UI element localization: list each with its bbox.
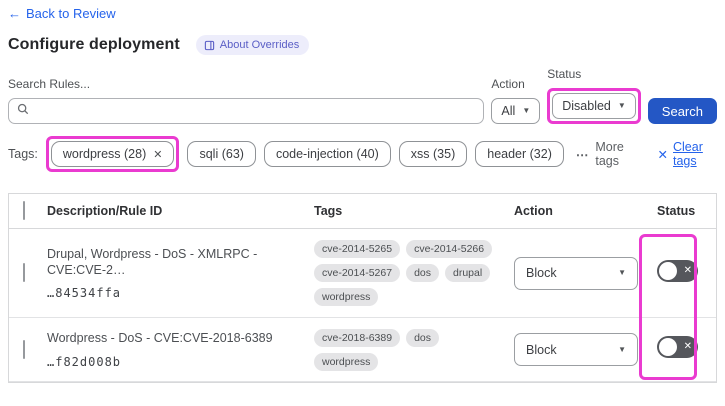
rule-id: …84534ffa — [47, 286, 122, 301]
tag-chip-code-injection[interactable]: code-injection (40) — [263, 141, 391, 167]
page-title: Configure deployment — [8, 36, 180, 53]
tag-chip-label: header (32) — [487, 147, 552, 161]
toggle-knob — [659, 338, 677, 356]
toggle-knob — [659, 261, 677, 280]
rule-tags: cve-2014-5265 cve-2014-5266 cve-2014-526… — [314, 240, 514, 306]
status-highlight-box: Disabled ▼ — [547, 88, 641, 124]
about-overrides-label: About Overrides — [219, 39, 300, 51]
column-header-tags: Tags — [314, 204, 343, 218]
column-header-status: Status — [657, 204, 696, 218]
tag-pill: cve-2014-5267 — [314, 264, 401, 282]
toggle-off-icon: ✕ — [683, 264, 692, 276]
row-checkbox[interactable] — [23, 263, 25, 282]
tag-pill: drupal — [445, 264, 491, 282]
tag-pill: wordpress — [314, 288, 379, 306]
table-row: Wordpress - DoS - CVE:CVE-2018-6389 …f82… — [9, 318, 716, 382]
chevron-down-icon: ▼ — [522, 106, 531, 115]
clear-x-icon: ✕ — [657, 147, 668, 162]
tag-pill: cve-2014-5266 — [406, 240, 493, 258]
action-filter-value: All — [501, 104, 516, 118]
tags-label: Tags: — [8, 147, 38, 161]
column-header-action: Action — [514, 204, 553, 218]
status-toggle[interactable]: ✕ — [657, 336, 698, 358]
action-dropdown[interactable]: Block ▼ — [514, 333, 638, 366]
select-all-checkbox[interactable] — [23, 201, 25, 220]
back-link-label: Back to Review — [26, 6, 116, 21]
rule-id: …f82d008b — [47, 354, 122, 369]
tag-pill: dos — [406, 328, 439, 347]
tag-chip-label: code-injection (40) — [275, 147, 379, 161]
tag-chip-label: xss (35) — [410, 147, 456, 161]
tag-chip-label: sqli (63) — [199, 147, 244, 161]
chevron-down-icon: ▼ — [618, 268, 626, 277]
rule-description: Drupal, Wordpress - DoS - XMLRPC - CVE:C… — [47, 246, 258, 277]
action-label: Action — [491, 77, 525, 91]
chevron-down-icon: ▼ — [618, 344, 626, 354]
search-rules-box[interactable] — [8, 98, 485, 124]
action-value: Block — [526, 266, 557, 280]
selected-tag-highlight-box: wordpress (28) ✕ — [45, 136, 180, 172]
back-arrow-icon: ← — [8, 6, 21, 21]
status-toggle[interactable]: ✕ — [657, 259, 698, 282]
about-overrides-badge[interactable]: About Overrides — [195, 35, 310, 55]
tag-pill: cve-2014-5265 — [314, 240, 401, 258]
rule-tags: cve-2018-6389 dos wordpress — [314, 328, 514, 371]
tag-chip-sqli[interactable]: sqli (63) — [187, 141, 256, 167]
book-icon — [204, 40, 215, 51]
tag-chip-label: wordpress (28) — [62, 147, 147, 161]
status-filter-dropdown[interactable]: Disabled ▼ — [552, 93, 636, 119]
page-header: Configure deployment About Overrides — [8, 35, 717, 55]
ellipsis-icon: ⋯ — [575, 147, 590, 162]
table-row: Drupal, Wordpress - DoS - XMLRPC - CVE:C… — [9, 229, 716, 318]
rules-table: Description/Rule ID Tags Action Status D… — [8, 193, 717, 383]
action-filter-dropdown[interactable]: All ▼ — [491, 98, 541, 124]
tags-bar: Tags: wordpress (28) ✕ sqli (63) code-in… — [8, 136, 717, 172]
tag-chip-header[interactable]: header (32) — [475, 141, 564, 167]
search-rules-label: Search Rules... — [8, 77, 91, 91]
clear-tags-button[interactable]: ✕ Clear tags — [658, 140, 717, 168]
tag-pill: wordpress — [314, 352, 379, 371]
more-tags-label: More tags — [595, 140, 624, 168]
search-icon — [17, 102, 29, 120]
more-tags-button[interactable]: ⋯ More tags — [576, 140, 638, 168]
chevron-down-icon: ▼ — [617, 101, 626, 110]
filter-row: Search Rules... Action All ▼ Status Disa… — [8, 67, 717, 124]
tag-pill: dos — [406, 264, 439, 282]
tag-chip-xss[interactable]: xss (35) — [398, 141, 468, 167]
status-filter-value: Disabled — [562, 99, 611, 113]
column-header-description: Description/Rule ID — [47, 204, 163, 218]
action-dropdown[interactable]: Block ▼ — [514, 256, 638, 290]
tag-pill: cve-2018-6389 — [314, 328, 401, 347]
tag-chip-wordpress[interactable]: wordpress (28) ✕ — [50, 141, 175, 167]
clear-tags-label: Clear tags — [673, 140, 703, 168]
rule-description: Wordpress - DoS - CVE:CVE-2018-6389 — [47, 331, 273, 346]
back-to-review-link[interactable]: ← Back to Review — [8, 6, 116, 21]
remove-tag-icon[interactable]: ✕ — [153, 148, 162, 161]
table-header-row: Description/Rule ID Tags Action Status — [9, 194, 716, 229]
row-checkbox[interactable] — [23, 339, 25, 359]
search-button[interactable]: Search — [647, 98, 717, 124]
toggle-off-icon: ✕ — [683, 341, 692, 352]
action-value: Block — [526, 342, 557, 357]
status-label: Status — [547, 67, 582, 81]
search-rules-input[interactable] — [35, 104, 476, 118]
